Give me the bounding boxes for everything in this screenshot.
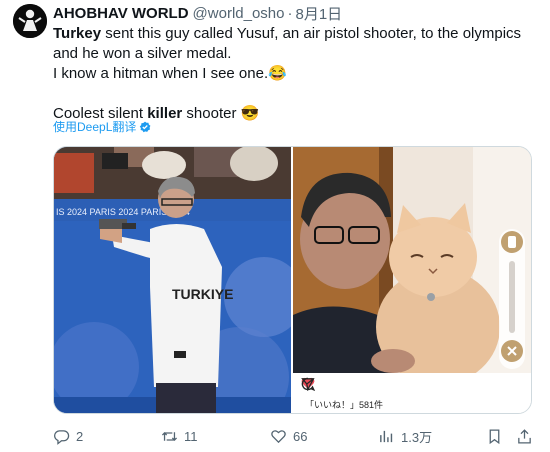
photo-cat-selfie[interactable]: 「いいね！」581件 [293, 147, 531, 413]
views-button[interactable]: 1.3万 [378, 426, 432, 446]
like-count: 66 [293, 428, 308, 444]
retweet-button[interactable]: 11 [161, 426, 198, 446]
send-icon[interactable] [301, 377, 315, 391]
tweet-header: AHOBHAV WORLD @world_osho · 8月1日 [53, 3, 342, 23]
reply-icon [54, 429, 70, 445]
tweet-line-3-bold: killer [147, 105, 183, 122]
reply-button[interactable]: 2 [53, 426, 83, 446]
photo-shooter[interactable]: IS 2024 PARIS 2024 PARIS 2024 TURKIYE [54, 147, 291, 413]
views-count: 1.3万 [401, 429, 433, 445]
hashtag-turkey: Turkey [53, 25, 102, 42]
tweet-line-3-end: shooter 😎 [182, 105, 260, 122]
tweet-line-1: Turkey sent this guy called Yusuf, an ai… [53, 24, 543, 64]
user-handle[interactable]: @world_osho [193, 5, 285, 22]
shooter-photo-illustration: IS 2024 PARIS 2024 PARIS 2024 TURKIYE [54, 147, 291, 413]
avatar[interactable] [13, 4, 47, 38]
tweet-line-1-rest: sent this guy called Yusuf, an air pisto… [53, 25, 522, 62]
likes-count-label: 「いいね！」581件 [305, 400, 384, 410]
tweet-text: Turkey sent this guy called Yusuf, an ai… [53, 24, 543, 124]
verified-badge-icon [140, 121, 151, 132]
bookmark-button[interactable] [486, 426, 503, 446]
share-button[interactable] [516, 426, 533, 446]
tweet-media[interactable]: IS 2024 PARIS 2024 PARIS 2024 TURKIYE 「い… [53, 146, 532, 414]
bookmark-icon [489, 428, 500, 444]
avatar-figure-icon [13, 4, 47, 38]
tweet-date[interactable]: 8月1日 [296, 3, 343, 24]
like-heart-icon [271, 429, 286, 443]
tweet-line-2: I know a hitman when I see one.😂 [53, 65, 287, 82]
retweet-count: 11 [184, 428, 198, 444]
instagram-action-bar: 「いいね！」581件 [293, 373, 531, 413]
share-icon [518, 428, 531, 444]
retweet-icon [161, 431, 178, 441]
translate-link[interactable]: 使用DeepL翻译 [53, 118, 151, 135]
views-chart-icon [380, 430, 393, 442]
side-controls [499, 229, 525, 369]
tweet-action-bar: 2 11 66 1.3万 [53, 426, 543, 446]
display-name[interactable]: AHOBHAV WORLD [53, 5, 189, 22]
shirt-text: TURKIYE [172, 286, 233, 302]
reply-count: 2 [76, 428, 84, 444]
side-controls-illustration [501, 231, 523, 362]
like-button[interactable]: 66 [270, 426, 307, 446]
translate-link-label: 使用DeepL翻译 [53, 120, 137, 134]
separator-dot: · [287, 4, 293, 22]
